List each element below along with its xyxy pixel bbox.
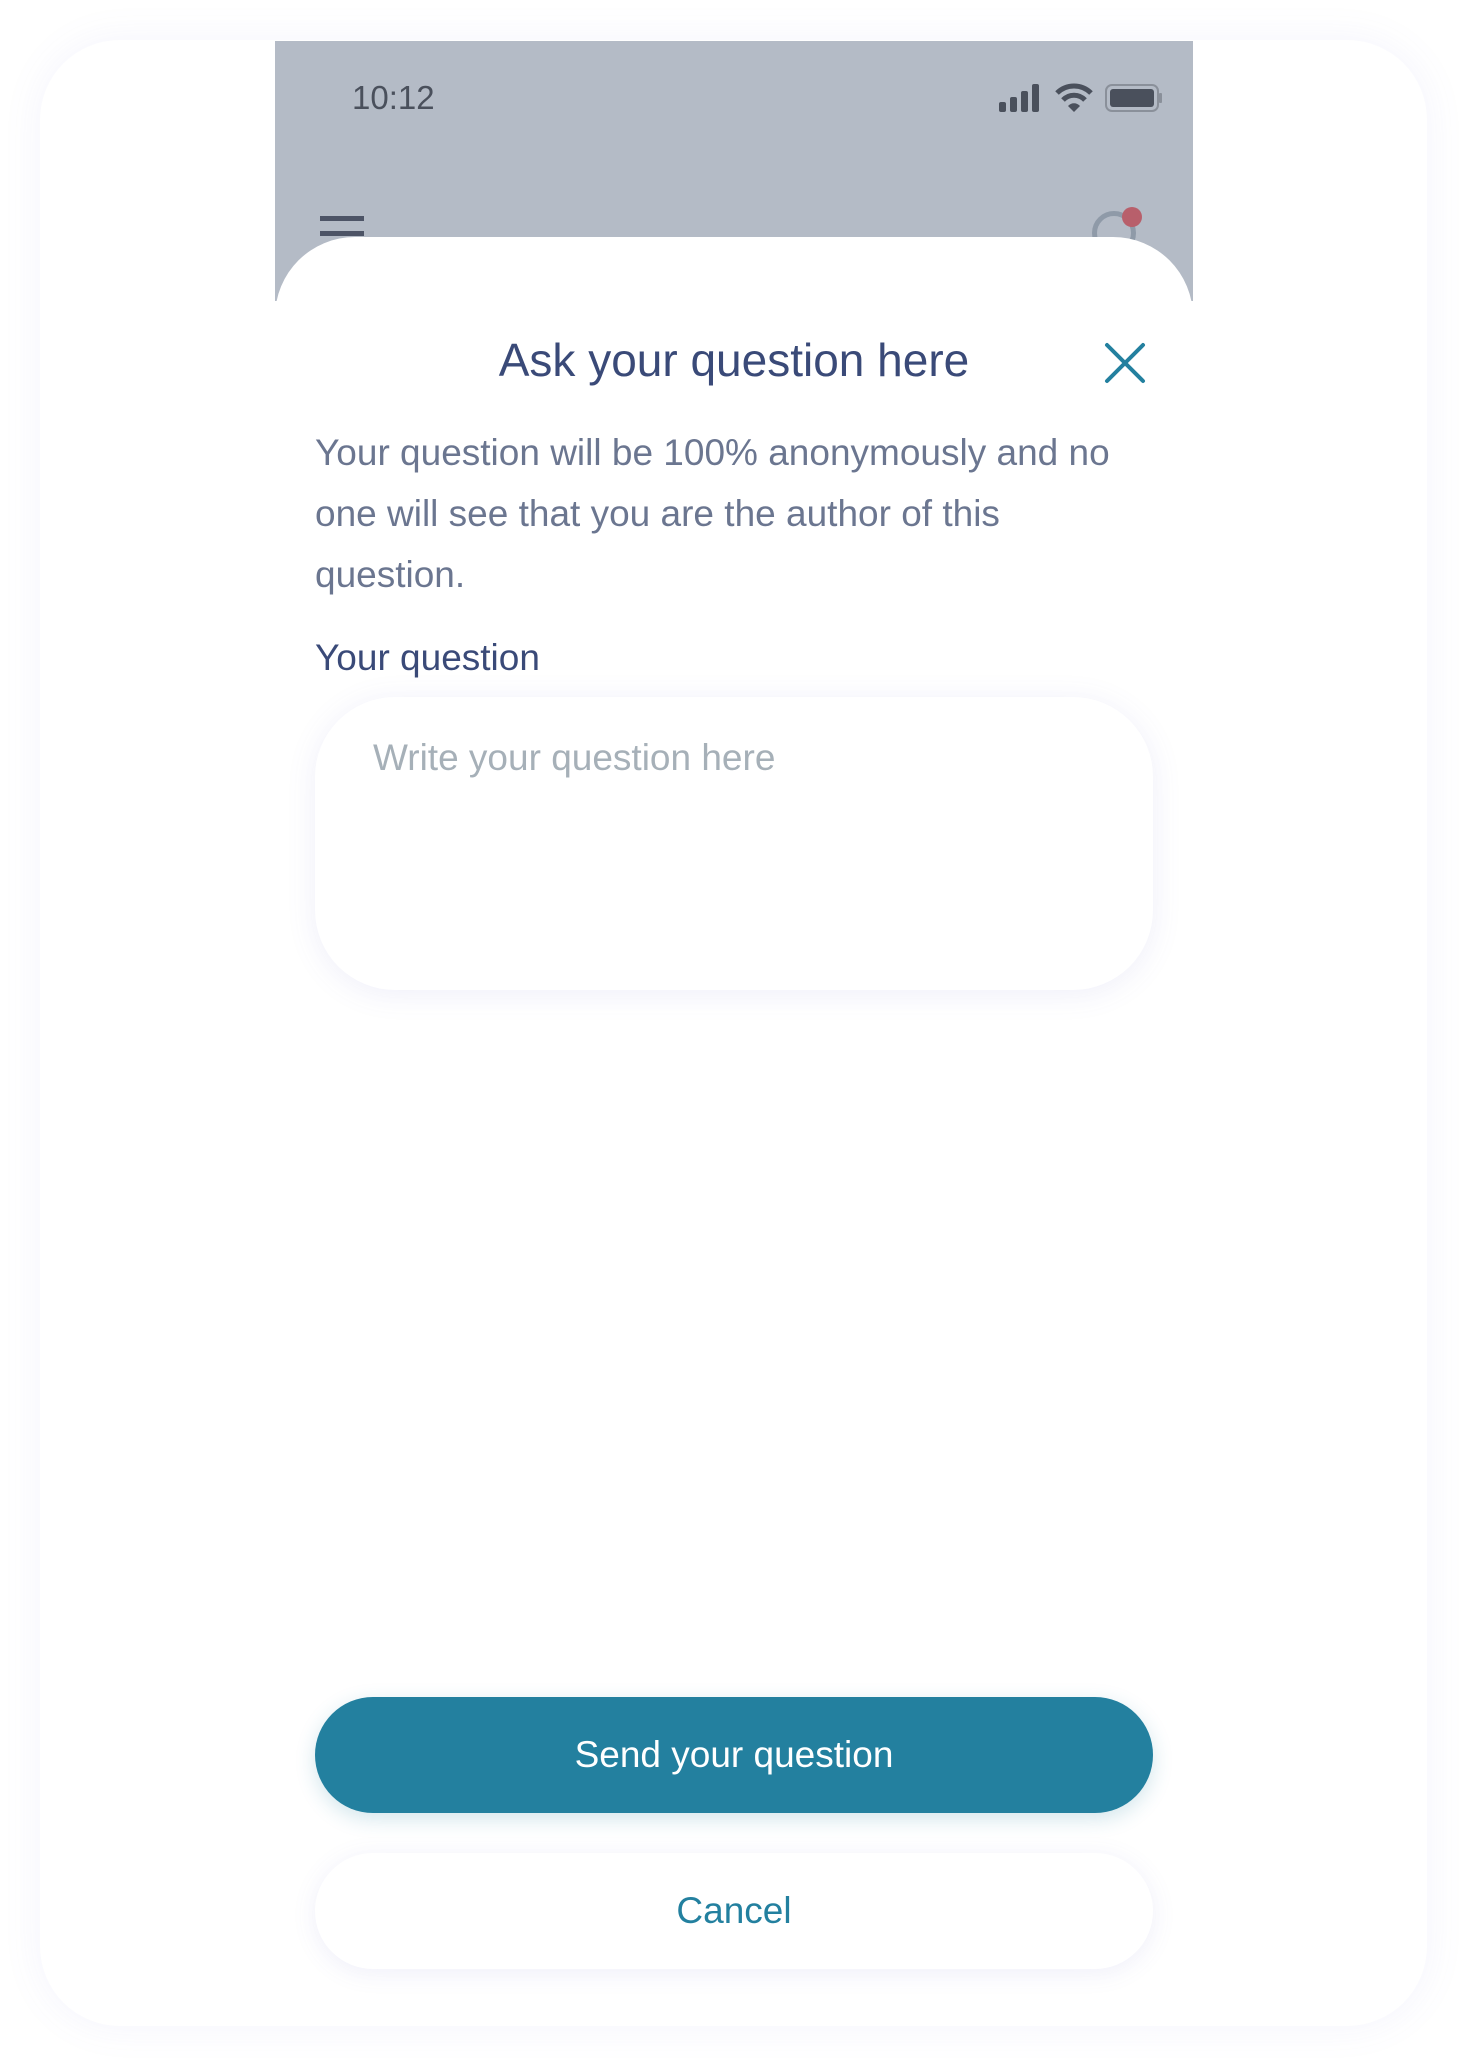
send-question-button[interactable]: Send your question	[315, 1697, 1153, 1813]
phone-screen: 10:12 Ask your question here Your questi…	[275, 41, 1193, 2026]
cancel-button[interactable]: Cancel	[315, 1853, 1153, 1969]
battery-icon	[1105, 84, 1162, 112]
status-time: 10:12	[352, 79, 435, 116]
close-icon[interactable]	[1103, 341, 1147, 385]
question-label: Your question	[315, 637, 540, 678]
question-sheet: Ask your question here Your question wil…	[275, 237, 1193, 2026]
signal-icon	[999, 84, 1039, 112]
wifi-icon	[1055, 83, 1093, 112]
dialog-title: Ask your question here	[498, 334, 970, 386]
question-input[interactable]	[315, 697, 1153, 990]
dialog-description: Your question will be 100% anonymously a…	[315, 432, 1110, 595]
notification-badge	[1122, 207, 1142, 227]
